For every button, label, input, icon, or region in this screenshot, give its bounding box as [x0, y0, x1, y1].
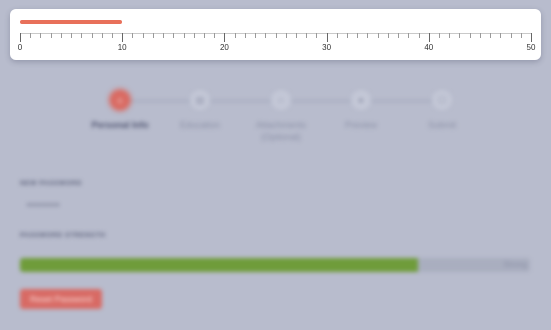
ruler-minor-tick — [357, 33, 359, 38]
home-icon: ⌂ — [110, 90, 130, 110]
ruler-minor-tick — [295, 33, 297, 38]
step-attachments[interactable]: ∩ Attachments (Optional) — [241, 90, 321, 143]
ruler-minor-tick — [142, 33, 144, 38]
ruler-minor-tick — [152, 33, 154, 38]
new-password-field[interactable]: •••••••• — [27, 200, 60, 210]
ruler-minor-tick — [377, 33, 379, 38]
document-icon: ▤ — [190, 90, 210, 110]
step-label: Submit — [427, 120, 456, 130]
ruler-minor-tick — [255, 33, 257, 38]
step-submit[interactable]: ☐ Submit — [402, 90, 482, 131]
reset-password-button[interactable]: Reset Password — [20, 289, 102, 309]
ruler-tick-label: 0 — [17, 43, 23, 52]
password-strength-text: Strong — [503, 260, 527, 269]
step-label: Attachments (Optional) — [255, 120, 307, 142]
ruler-minor-tick — [30, 33, 32, 38]
ruler-minor-tick — [336, 33, 338, 38]
password-strength-meter — [20, 258, 530, 272]
ruler-minor-tick — [459, 33, 461, 38]
ruler-minor-tick — [60, 33, 62, 38]
ruler-minor-tick — [285, 33, 287, 38]
ruler-minor-tick — [469, 33, 471, 38]
ruler-minor-tick — [367, 33, 369, 38]
ruler-progress-bar — [20, 20, 123, 24]
ruler-tick-label: 40 — [424, 43, 434, 52]
ruler-minor-tick — [111, 33, 113, 38]
ruler-major-tick — [224, 33, 226, 42]
step-preview[interactable]: ● Preview — [321, 90, 401, 131]
password-strength-fill — [20, 258, 418, 272]
ruler-minor-tick — [40, 33, 42, 38]
new-password-label: NEW PASSWORD — [20, 180, 82, 187]
ruler-minor-tick — [520, 33, 522, 38]
check-icon: ☐ — [432, 90, 452, 110]
ruler-widget[interactable]: 0 10 20 30 40 50 — [10, 9, 541, 60]
ruler-minor-tick — [275, 33, 277, 38]
step-education[interactable]: ▤ Education — [160, 90, 240, 131]
ruler-tick-label: 20 — [219, 43, 229, 52]
ruler-tick-label: 10 — [117, 43, 127, 52]
ruler-minor-tick — [500, 33, 502, 38]
ruler-minor-tick — [50, 33, 52, 38]
ruler-minor-tick — [398, 33, 400, 38]
ruler-minor-tick — [214, 33, 216, 38]
ruler-minor-tick — [91, 33, 93, 38]
step-label: Personal Info — [91, 120, 149, 130]
ruler-minor-tick — [490, 33, 492, 38]
ruler-tick-label: 30 — [322, 43, 332, 52]
ruler-minor-tick — [163, 33, 165, 38]
ruler-minor-tick — [439, 33, 441, 38]
ruler-minor-tick — [316, 33, 318, 38]
ruler-minor-tick — [510, 33, 512, 38]
ruler-minor-tick — [81, 33, 83, 38]
ruler-minor-tick — [132, 33, 134, 38]
ruler-minor-tick — [408, 33, 410, 38]
ruler-minor-tick — [387, 33, 389, 38]
ruler-minor-tick — [101, 33, 103, 38]
ruler-major-tick — [326, 33, 328, 42]
ruler-major-tick — [531, 33, 532, 42]
ruler-minor-tick — [183, 33, 185, 38]
eye-icon: ● — [351, 90, 371, 110]
step-label: Preview — [344, 120, 377, 130]
ruler-minor-tick — [479, 33, 481, 38]
ruler-minor-tick — [71, 33, 73, 38]
ruler-minor-tick — [244, 33, 246, 38]
ruler-minor-tick — [173, 33, 175, 38]
ruler-minor-tick — [347, 33, 349, 38]
ruler-major-tick — [428, 33, 430, 42]
step-label: Education — [179, 120, 221, 130]
step-personal-info[interactable]: ⌂ Personal Info — [80, 90, 160, 131]
ruler-minor-tick — [193, 33, 195, 38]
attachment-icon: ∩ — [271, 90, 291, 110]
ruler-minor-tick — [418, 33, 420, 38]
ruler-minor-tick — [203, 33, 205, 38]
ruler-tick-label: 50 — [526, 43, 536, 52]
ruler-minor-tick — [306, 33, 308, 38]
ruler-major-tick — [20, 33, 21, 42]
ruler-minor-tick — [449, 33, 451, 38]
ruler-major-tick — [122, 33, 124, 42]
ruler-minor-tick — [265, 33, 267, 38]
password-strength-label: PASSWORD STRENGTH — [20, 232, 106, 239]
ruler-minor-tick — [234, 33, 236, 38]
